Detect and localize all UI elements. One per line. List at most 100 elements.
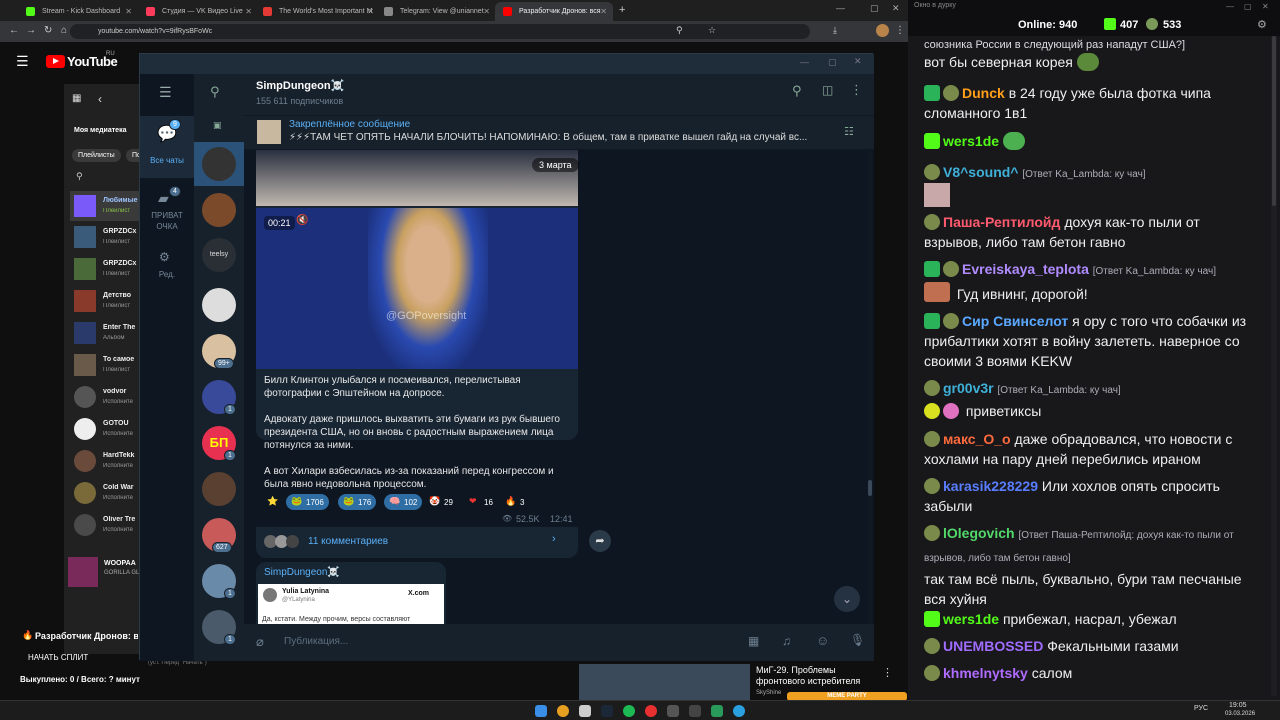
chat-item[interactable]: БП 1 [194, 422, 244, 466]
list-item[interactable]: Детство Плейлист [70, 286, 140, 316]
hamburger-menu-icon[interactable]: ☰ [16, 53, 29, 70]
list-item[interactable]: GRPZDCx Плейлист [70, 254, 140, 284]
home-icon[interactable]: ⌂ [61, 25, 67, 36]
list-item[interactable]: GRPZDCx Плейлист [70, 222, 140, 252]
back-icon[interactable]: ← [9, 25, 19, 36]
reaction-clown[interactable]: 🤡 29 [424, 494, 458, 510]
post-image-top[interactable] [256, 150, 578, 206]
reaction-fire[interactable]: 🔥 3 [500, 494, 529, 510]
tab-kick-dashboard[interactable]: Stream - Kick Dashboard ✕ [18, 2, 138, 21]
embed-card[interactable]: Yulia Latynina @YLatynina X.com Да, кста… [258, 584, 444, 624]
search-icon[interactable]: ⚲ [792, 83, 802, 99]
chat-item[interactable]: 1 [194, 560, 244, 604]
app-icon[interactable] [711, 705, 723, 717]
tab-youtube-active[interactable]: Разработчик Дронов: вся ✕ [495, 2, 613, 21]
chat-item[interactable]: 1 [194, 606, 244, 650]
obs-icon[interactable] [645, 705, 657, 717]
archive-icon[interactable]: ▣ [213, 120, 222, 131]
spotify-icon[interactable] [623, 705, 635, 717]
app-icon[interactable] [667, 705, 679, 717]
folder-edit[interactable]: ⚙ Ред. [140, 250, 194, 290]
list-item[interactable]: GOTOU Исполните [70, 414, 140, 444]
close-window-icon[interactable]: ✕ [892, 3, 900, 14]
tab-vk-video[interactable]: Студия — VK Видео Live ✕ [138, 2, 258, 21]
minimize-icon[interactable]: — [1226, 2, 1234, 11]
close-tab-icon[interactable]: ✕ [483, 7, 490, 16]
close-tab-icon[interactable]: ✕ [600, 7, 607, 16]
folder-all-chats[interactable]: 💬 9 Все чаты [140, 116, 194, 178]
post-video[interactable]: 00:21 🔇 @GOPoversight [256, 208, 578, 369]
recommended-thumbnail[interactable] [579, 664, 750, 700]
chat-item[interactable]: 99+ [194, 330, 244, 374]
forward-icon[interactable]: ➦ [589, 530, 611, 552]
close-tab-icon[interactable]: ✕ [367, 7, 374, 16]
message-input[interactable]: Публикация... [284, 636, 348, 647]
chat-item[interactable] [194, 189, 244, 233]
microphone-icon[interactable]: 🎙 [850, 633, 865, 647]
app-icon[interactable] [579, 705, 591, 717]
folder-private[interactable]: ▰ 4 ПРИВАТ ОЧКА [140, 184, 194, 244]
more-options-icon[interactable]: ⋮ [882, 666, 893, 679]
chat-item[interactable] [194, 468, 244, 512]
settings-icon[interactable]: ⚙ [1257, 18, 1267, 31]
list-item[interactable]: Любимые Плейлист [70, 191, 140, 221]
chat-item-active[interactable] [194, 142, 244, 186]
tab-telegram[interactable]: Telegram: View @uniannet ✕ [376, 2, 496, 21]
app-icon[interactable] [689, 705, 701, 717]
comments-bar[interactable]: 11 комментариев › [256, 526, 578, 558]
attach-icon[interactable]: ⌀ [256, 634, 264, 650]
minimize-icon[interactable]: — [800, 57, 809, 67]
filter-playlists[interactable]: Плейлисты [72, 149, 121, 162]
forward-icon[interactable]: → [26, 25, 36, 36]
profile-avatar[interactable] [876, 24, 889, 37]
recommended-title[interactable]: МиГ-29. Проблемы фронтового истребителя [756, 665, 886, 687]
search-icon[interactable]: ⚲ [676, 25, 683, 36]
close-window-icon[interactable]: ✕ [854, 56, 862, 67]
maximize-icon[interactable]: ▢ [828, 57, 837, 68]
chat-item[interactable]: teelsy [194, 234, 244, 278]
pinned-list-icon[interactable]: ☷ [844, 125, 854, 138]
new-tab-icon[interactable]: + [619, 4, 625, 16]
menu-dots-icon[interactable]: ⋮ [895, 25, 905, 36]
chat-item[interactable]: 1 [194, 376, 244, 420]
chat-item[interactable] [194, 284, 244, 328]
reaction-star[interactable]: ⭐ [262, 494, 279, 510]
calendar-icon[interactable]: ▦ [748, 634, 759, 648]
minimize-icon[interactable]: — [836, 3, 845, 13]
download-icon[interactable]: ⤓ [833, 25, 837, 36]
reaction-frog-2[interactable]: 🐸 176 [338, 494, 377, 510]
language-indicator[interactable]: РУС [1194, 705, 1208, 712]
list-item[interactable]: Enter The Альбом [70, 318, 140, 348]
list-item[interactable]: HardTekk Исполните [70, 446, 140, 476]
chat-item[interactable]: 627 [194, 514, 244, 558]
list-item[interactable]: Cold War Исполните [70, 478, 140, 508]
scroll-down-icon[interactable]: ⌄ [834, 586, 860, 612]
maximize-icon[interactable]: ▢ [870, 3, 879, 14]
grid-icon[interactable]: ▦ [72, 93, 81, 104]
emoji-icon[interactable]: ☺ [816, 633, 829, 648]
mute-icon[interactable]: 🔇 [296, 215, 308, 226]
reaction-brain[interactable]: 🧠 102 [384, 494, 423, 510]
menu-icon[interactable]: ☰ [159, 84, 172, 101]
telegram-icon[interactable] [733, 705, 745, 717]
star-icon[interactable]: ☆ [708, 25, 716, 36]
scrollbar[interactable] [868, 150, 872, 624]
youtube-logo-icon[interactable] [46, 55, 65, 68]
back-arrow-icon[interactable]: ‹ [98, 92, 102, 106]
reload-icon[interactable]: ↻ [44, 25, 52, 36]
list-item[interactable]: Oliver Tre Исполните [70, 510, 140, 540]
search-icon[interactable]: ⚲ [210, 84, 220, 100]
list-item[interactable]: То самое Плейлист [70, 350, 140, 380]
bell-icon[interactable]: ♫ [782, 634, 791, 648]
start-icon[interactable] [535, 705, 547, 717]
pinned-message-bar[interactable]: Закреплённое сообщение ⚡⚡⚡ТАМ ЧЕТ ОПЯТЬ … [244, 116, 874, 150]
close-tab-icon[interactable]: ✕ [125, 7, 132, 16]
steam-icon[interactable] [601, 705, 613, 717]
list-item[interactable]: vodvor Исполните [70, 382, 140, 412]
tab-youtube-world[interactable]: The World's Most Important M ✕ [255, 2, 380, 21]
reaction-heart[interactable]: ❤ 16 [464, 494, 498, 510]
close-window-icon[interactable]: ✕ [1262, 2, 1269, 11]
maximize-icon[interactable]: ▢ [1244, 2, 1252, 11]
search-icon[interactable]: ⚲ [76, 171, 83, 182]
reaction-frog[interactable]: 🐸 1706 [286, 494, 329, 510]
